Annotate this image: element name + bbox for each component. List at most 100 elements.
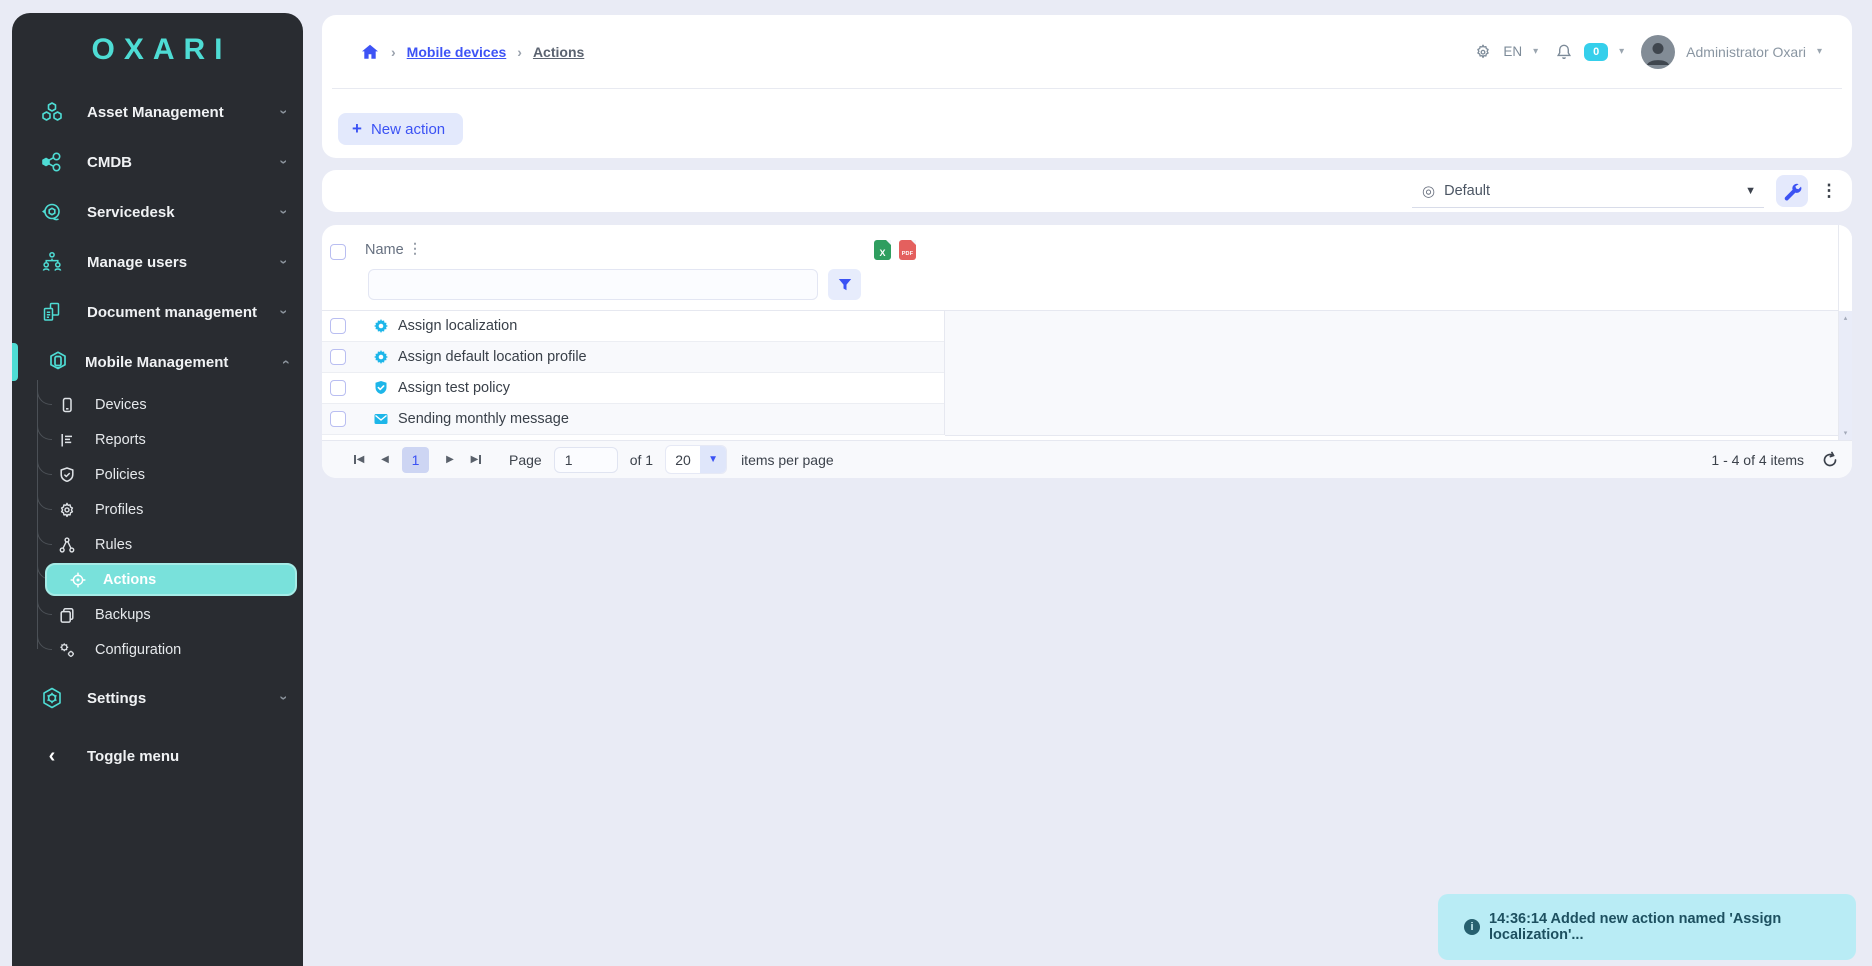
- table-row[interactable]: Assign test policy: [322, 373, 944, 404]
- app-logo: OXARI: [12, 13, 303, 87]
- table-row[interactable]: Assign localization: [322, 311, 944, 342]
- sidebar-item-settings[interactable]: Settings ›: [12, 673, 303, 723]
- sidebar-item-asset-management[interactable]: Asset Management ›: [12, 87, 303, 137]
- devices-icon: [58, 396, 76, 414]
- toast-notification[interactable]: i 14:36:14 Added new action named 'Assig…: [1438, 894, 1856, 960]
- table-header: Name ⋮ X PDF: [322, 225, 1838, 311]
- breadcrumb: › Mobile devices › Actions: [360, 42, 584, 62]
- pagination-bar: ◀ ◀ 1 ▶ ▶ Page of 1 20 ▼ items per page …: [322, 440, 1852, 478]
- sidebar-item-policies[interactable]: Policies: [12, 457, 303, 492]
- chevron-down-icon: ›: [277, 310, 293, 315]
- next-page-button[interactable]: ▶: [439, 454, 461, 465]
- chevron-down-icon[interactable]: ▾: [1817, 46, 1822, 57]
- policies-icon: [58, 466, 76, 484]
- breadcrumb-link-mobile-devices[interactable]: Mobile devices: [407, 44, 507, 60]
- chevron-down-icon[interactable]: ▾: [1619, 46, 1624, 57]
- row-checkbox[interactable]: [330, 411, 346, 427]
- breadcrumb-current-actions[interactable]: Actions: [533, 44, 584, 60]
- filter-button[interactable]: [828, 269, 861, 300]
- sidebar-item-label: CMDB: [87, 154, 132, 171]
- name-filter-input[interactable]: [368, 269, 818, 300]
- toolbar-kebab-menu[interactable]: ⋮: [1820, 181, 1838, 201]
- sidebar-item-document-management[interactable]: Document management ›: [12, 287, 303, 337]
- main-content: › Mobile devices › Actions EN ▾ 0 ▾: [322, 0, 1852, 478]
- sidebar: OXARI Asset Management › CMDB › Serviced…: [12, 13, 303, 966]
- funnel-icon: [837, 277, 853, 293]
- scrollbar-track[interactable]: ▴ ▾: [1839, 311, 1852, 440]
- row-checkbox[interactable]: [330, 318, 346, 334]
- view-selector[interactable]: ◎ Default ▼: [1412, 174, 1764, 208]
- sidebar-item-backups[interactable]: Backups: [12, 597, 303, 632]
- page-size-value: 20: [666, 446, 700, 473]
- sidebar-item-label: Rules: [95, 537, 132, 553]
- page-label: Page: [509, 452, 542, 468]
- sidebar-item-reports[interactable]: Reports: [12, 422, 303, 457]
- toggle-menu-label: Toggle menu: [87, 748, 179, 765]
- wrench-icon: [1782, 181, 1802, 201]
- scroll-down-icon[interactable]: ▾: [1839, 429, 1852, 437]
- breadcrumb-separator: ›: [517, 44, 522, 60]
- sidebar-item-rules[interactable]: Rules: [12, 527, 303, 562]
- user-name[interactable]: Administrator Oxari: [1686, 44, 1806, 60]
- last-page-button[interactable]: ▶: [465, 454, 487, 465]
- action-name: Assign default location profile: [398, 349, 587, 365]
- servicedesk-icon: [39, 199, 65, 225]
- export-pdf-icon[interactable]: PDF: [899, 240, 916, 260]
- column-kebab-menu[interactable]: ⋮: [408, 240, 422, 257]
- sidebar-item-label: Profiles: [95, 502, 143, 518]
- action-name: Sending monthly message: [398, 411, 569, 427]
- sidebar-item-configuration[interactable]: Configuration: [12, 632, 303, 667]
- page-number-button[interactable]: 1: [402, 447, 429, 473]
- bell-icon[interactable]: [1555, 43, 1573, 61]
- sidebar-item-devices[interactable]: Devices: [12, 387, 303, 422]
- chevron-down-icon: ›: [277, 160, 293, 165]
- table-row[interactable]: Sending monthly message: [322, 404, 944, 435]
- items-range-label: 1 - 4 of 4 items: [1711, 452, 1804, 468]
- new-action-button[interactable]: + New action: [338, 113, 463, 145]
- select-all-checkbox[interactable]: [330, 244, 346, 260]
- chevron-up-icon: ›: [277, 360, 293, 365]
- backups-icon: [58, 606, 76, 624]
- actions-table-card: Name ⋮ X PDF Assign localization: [322, 225, 1852, 478]
- customize-view-button[interactable]: [1776, 175, 1808, 207]
- page-number-input[interactable]: [554, 447, 618, 473]
- row-checkbox[interactable]: [330, 349, 346, 365]
- table-empty-area: [945, 311, 1838, 436]
- column-header-name[interactable]: Name: [365, 242, 404, 258]
- chevron-down-icon[interactable]: ▾: [1533, 46, 1538, 57]
- sidebar-item-profiles[interactable]: Profiles: [12, 492, 303, 527]
- scroll-up-icon[interactable]: ▴: [1839, 314, 1852, 322]
- row-checkbox[interactable]: [330, 380, 346, 396]
- info-icon: i: [1464, 919, 1480, 935]
- active-menu-pill[interactable]: Actions: [45, 563, 297, 596]
- previous-page-button[interactable]: ◀: [374, 454, 396, 465]
- shield-action-icon: [373, 380, 389, 396]
- first-page-button[interactable]: ◀: [348, 454, 370, 465]
- view-toolbar-card: ◎ Default ▼ ⋮: [322, 170, 1852, 212]
- home-icon[interactable]: [360, 42, 380, 62]
- profiles-icon: [58, 501, 76, 519]
- avatar[interactable]: [1641, 35, 1675, 69]
- gear-action-icon: [373, 349, 389, 365]
- refresh-icon[interactable]: [1820, 450, 1840, 470]
- chevron-down-icon: ›: [277, 110, 293, 115]
- page-size-select[interactable]: 20 ▼: [665, 445, 727, 474]
- table-scrollbar: ▴ ▾: [1838, 225, 1852, 440]
- toggle-menu-button[interactable]: ‹ Toggle menu: [12, 733, 303, 779]
- chevron-down-icon: ›: [277, 696, 293, 701]
- gear-icon[interactable]: [1474, 43, 1492, 61]
- sidebar-item-mobile-management[interactable]: Mobile Management ›: [12, 337, 303, 387]
- notification-count-badge[interactable]: 0: [1584, 43, 1608, 61]
- language-selector[interactable]: EN: [1503, 44, 1522, 59]
- sidebar-item-manage-users[interactable]: Manage users ›: [12, 237, 303, 287]
- chevron-down-icon: ›: [277, 260, 293, 265]
- table-row[interactable]: Assign default location profile: [322, 342, 944, 373]
- chevron-left-icon: ‹: [39, 743, 65, 769]
- sidebar-item-servicedesk[interactable]: Servicedesk ›: [12, 187, 303, 237]
- cmdb-icon: [39, 149, 65, 175]
- sidebar-item-actions[interactable]: Actions: [12, 562, 303, 597]
- export-excel-icon[interactable]: X: [874, 240, 891, 260]
- sidebar-item-cmdb[interactable]: CMDB ›: [12, 137, 303, 187]
- active-section-indicator: [12, 343, 18, 381]
- chevron-down-icon: ›: [277, 210, 293, 215]
